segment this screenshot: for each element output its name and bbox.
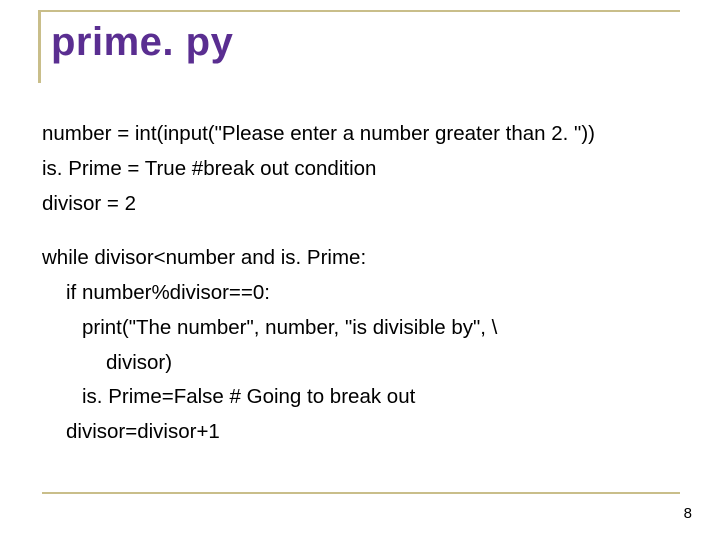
title-box: prime. py (38, 10, 680, 83)
code-line: is. Prime = True #break out condition (42, 153, 680, 185)
code-line: divisor=divisor+1 (42, 416, 680, 448)
blank-line (42, 222, 680, 242)
code-line: divisor) (42, 347, 680, 379)
bottom-rule (42, 492, 680, 494)
code-line: while divisor<number and is. Prime: (42, 242, 680, 274)
page-number: 8 (684, 505, 692, 522)
code-line: is. Prime=False # Going to break out (42, 381, 680, 413)
code-line: number = int(input("Please enter a numbe… (42, 118, 680, 150)
code-line: print("The number", number, "is divisibl… (42, 312, 680, 344)
code-body: number = int(input("Please enter a numbe… (42, 118, 680, 451)
code-line: if number%divisor==0: (42, 277, 680, 309)
slide-title: prime. py (51, 20, 680, 65)
slide: prime. py number = int(input("Please ent… (0, 0, 720, 540)
code-line: divisor = 2 (42, 188, 680, 220)
